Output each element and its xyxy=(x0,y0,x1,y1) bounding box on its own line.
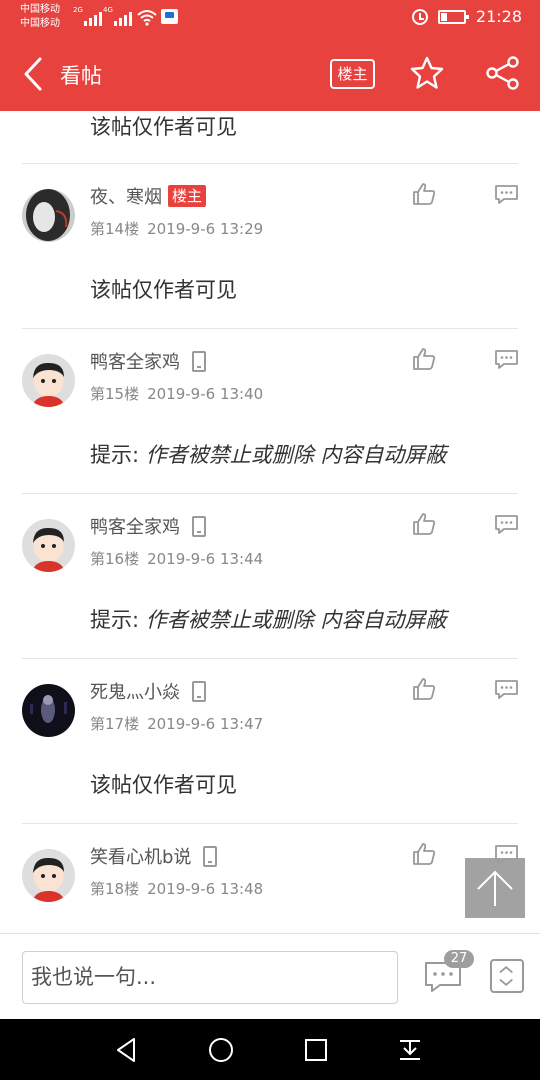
nav-back-icon[interactable] xyxy=(112,1035,142,1065)
star-icon[interactable] xyxy=(410,56,444,90)
alarm-icon xyxy=(411,8,428,25)
notice-text: 作者被禁止或删除 内容自动屏蔽 xyxy=(139,608,447,632)
floor-number: 第18楼 xyxy=(90,880,140,898)
clock: 21:28 xyxy=(475,7,522,26)
user-avatar[interactable] xyxy=(22,189,75,242)
thumbs-up-icon[interactable] xyxy=(412,512,436,536)
nav-recents-icon[interactable] xyxy=(301,1035,331,1065)
post-meta: 第18楼 2019-9-6 13:48 xyxy=(90,878,263,899)
carrier-2: 中国移动 xyxy=(20,18,60,29)
wifi-icon xyxy=(137,10,157,26)
post-content: 该帖仅作者可见 xyxy=(90,773,237,797)
comment-count-badge: 27 xyxy=(444,950,474,968)
back-icon[interactable] xyxy=(22,56,52,92)
username-text: 夜、寒烟 xyxy=(90,187,162,208)
username[interactable]: 夜、寒烟 楼主 xyxy=(90,183,207,209)
comment-icon[interactable] xyxy=(494,679,519,700)
carrier-info: 中国移动 中国移动 xyxy=(20,3,60,31)
page-title: 看帖 xyxy=(60,64,102,88)
post-meta: 第15楼 2019-9-6 13:40 xyxy=(90,383,263,404)
reply-item: 笑看心机b说 第18楼 2019-9-6 13:48 xyxy=(0,824,540,933)
carrier-1: 中国移动 xyxy=(20,4,60,15)
user-avatar[interactable] xyxy=(22,519,75,572)
thumbs-up-icon[interactable] xyxy=(412,182,436,206)
post-feed[interactable]: 该帖仅作者可见 夜、寒烟 楼主 第14楼 2019-9-6 13:29 该帖仅作者… xyxy=(0,111,540,933)
post-content: 该帖仅作者可见 xyxy=(90,115,237,139)
nav-home-icon[interactable] xyxy=(206,1035,236,1065)
post-date: 2019-9-6 13:47 xyxy=(147,715,264,733)
mobile-icon xyxy=(192,680,206,702)
share-icon[interactable] xyxy=(486,56,520,90)
scroll-to-top-button[interactable] xyxy=(465,858,525,918)
post-content: 该帖仅作者可见 xyxy=(90,278,237,302)
floor-number: 第15楼 xyxy=(90,385,140,403)
comment-icon[interactable] xyxy=(494,514,519,535)
title-bar: 看帖 楼主 xyxy=(0,36,540,111)
reply-bar: 我也说一句... 27 xyxy=(0,933,540,1019)
reply-item: 鸭客全家鸡 第16楼 2019-9-6 13:44 提示: 作者被禁止或删除 内容… xyxy=(0,494,540,659)
username-text: 笑看心机b说 xyxy=(90,847,192,868)
network-type-1: 2G xyxy=(73,6,83,14)
notice-label: 提示: xyxy=(90,443,140,467)
floor-number: 第14楼 xyxy=(90,220,140,238)
comment-icon[interactable] xyxy=(494,184,519,205)
post-date: 2019-9-6 13:29 xyxy=(147,220,264,238)
mobile-icon xyxy=(192,350,206,372)
notice-label: 提示: xyxy=(90,608,140,632)
username[interactable]: 死鬼灬小焱 xyxy=(90,678,206,704)
post-meta: 第16楼 2019-9-6 13:44 xyxy=(90,548,263,569)
page-jump-icon[interactable] xyxy=(490,959,524,993)
owner-only-button[interactable]: 楼主 xyxy=(330,59,375,89)
reply-item: 夜、寒烟 楼主 第14楼 2019-9-6 13:29 该帖仅作者可见 xyxy=(0,164,540,329)
mobile-icon xyxy=(203,845,218,867)
username[interactable]: 笑看心机b说 xyxy=(90,843,218,869)
app-notification-icon xyxy=(161,9,178,24)
status-bar: 中国移动 中国移动 2G 4G 21:28 xyxy=(0,0,540,36)
post-content: 提示: 作者被禁止或删除 内容自动屏蔽 xyxy=(90,439,446,469)
username[interactable]: 鸭客全家鸡 xyxy=(90,513,206,539)
user-avatar[interactable] xyxy=(22,684,75,737)
system-nav-bar xyxy=(0,1019,540,1080)
post-date: 2019-9-6 13:48 xyxy=(147,880,264,898)
battery-icon xyxy=(437,9,469,24)
thumbs-up-icon[interactable] xyxy=(412,677,436,701)
post-date: 2019-9-6 13:40 xyxy=(147,385,264,403)
notice-text: 作者被禁止或删除 内容自动屏蔽 xyxy=(139,443,447,467)
signal-icon-1 xyxy=(84,8,102,26)
thumbs-up-icon[interactable] xyxy=(412,842,436,866)
post-content: 提示: 作者被禁止或删除 内容自动屏蔽 xyxy=(90,604,446,634)
floor-number: 第16楼 xyxy=(90,550,140,568)
username-text: 鸭客全家鸡 xyxy=(90,517,180,538)
nav-notifications-icon[interactable] xyxy=(395,1035,425,1065)
reply-item: 鸭客全家鸡 第15楼 2019-9-6 13:40 提示: 作者被禁止或删除 内容… xyxy=(0,329,540,494)
username[interactable]: 鸭客全家鸡 xyxy=(90,348,206,374)
post-meta: 第17楼 2019-9-6 13:47 xyxy=(90,713,263,734)
username-text: 鸭客全家鸡 xyxy=(90,352,180,373)
post-date: 2019-9-6 13:44 xyxy=(147,550,264,568)
floor-number: 第17楼 xyxy=(90,715,140,733)
comment-icon[interactable] xyxy=(494,349,519,370)
username-text: 死鬼灬小焱 xyxy=(90,682,180,703)
signal-icon-2 xyxy=(114,8,132,26)
user-avatar[interactable] xyxy=(22,354,75,407)
mobile-icon xyxy=(192,515,206,537)
post-meta: 第14楼 2019-9-6 13:29 xyxy=(90,218,263,239)
thumbs-up-icon[interactable] xyxy=(412,347,436,371)
owner-badge: 楼主 xyxy=(168,185,207,207)
network-type-2: 4G xyxy=(103,6,113,14)
reply-item: 死鬼灬小焱 第17楼 2019-9-6 13:47 该帖仅作者可见 xyxy=(0,659,540,824)
user-avatar[interactable] xyxy=(22,849,75,902)
reply-input[interactable]: 我也说一句... xyxy=(22,951,398,1004)
